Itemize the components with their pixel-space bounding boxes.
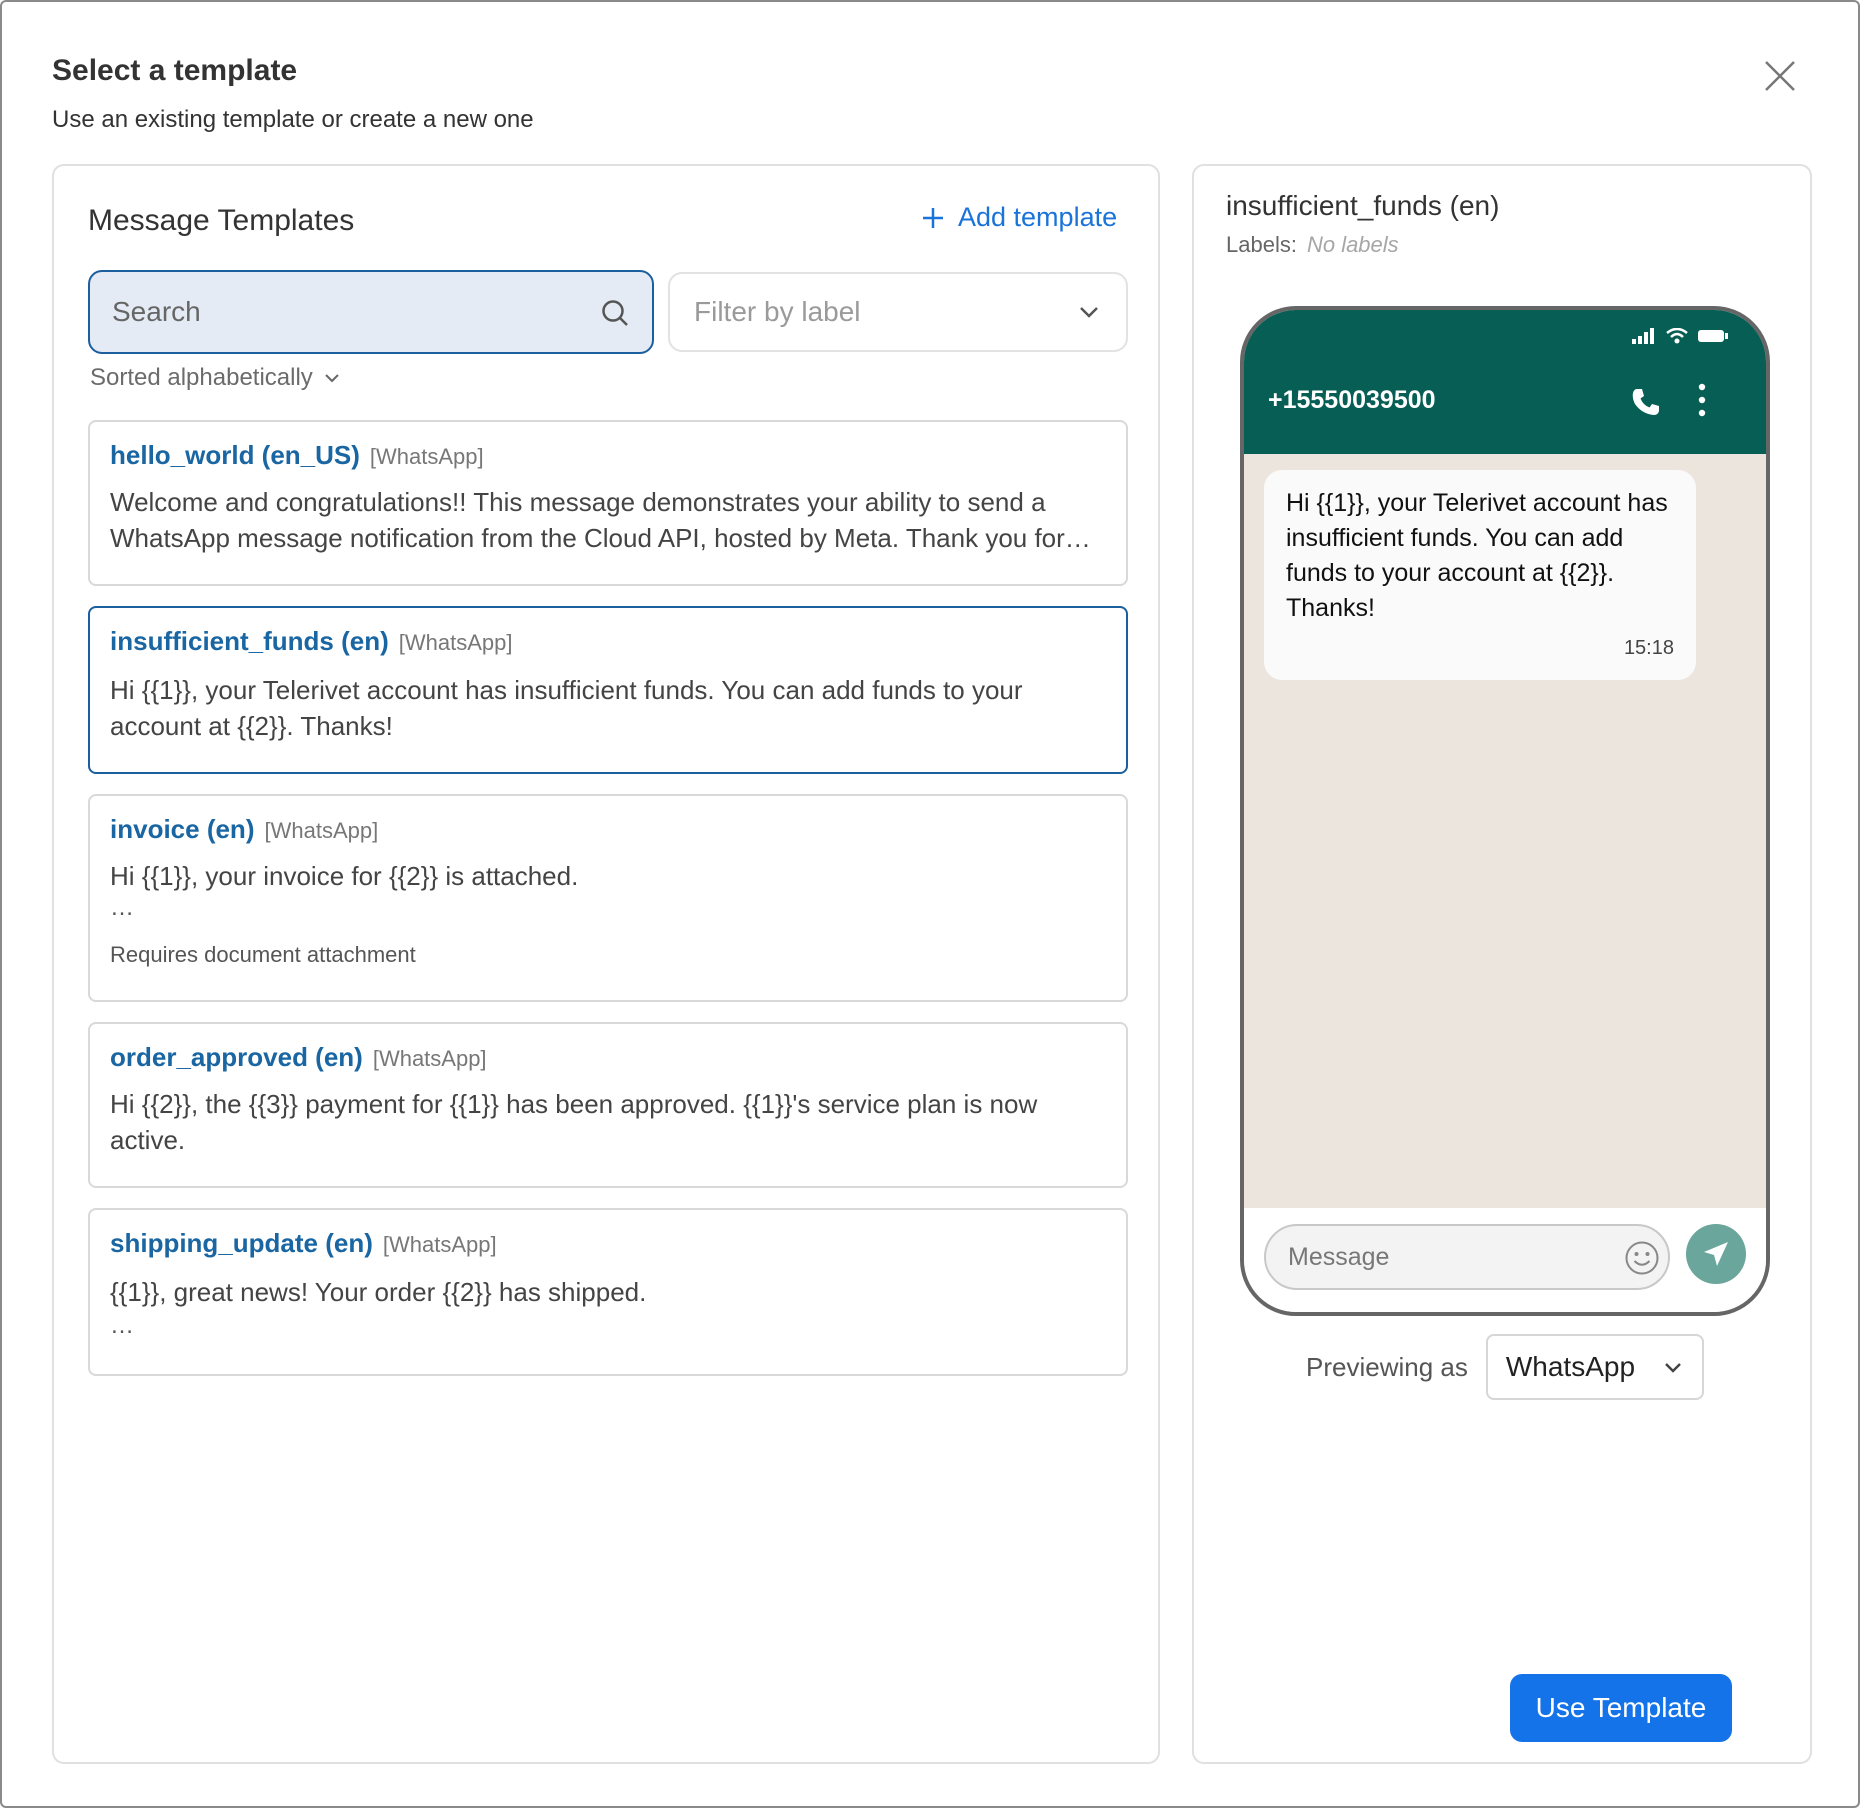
- send-button[interactable]: [1686, 1224, 1746, 1284]
- more-vertical-icon[interactable]: [1696, 382, 1708, 418]
- template-name: shipping_update (en): [110, 1228, 373, 1258]
- battery-icon: [1698, 330, 1728, 342]
- sort-dropdown[interactable]: Sorted alphabetically: [90, 364, 341, 392]
- add-template-label: Add template: [958, 202, 1118, 232]
- template-body: Hi {{1}}, your Telerivet account has ins…: [110, 675, 1023, 741]
- status-bar: [1632, 328, 1728, 344]
- preview-channel-select[interactable]: WhatsApp: [1485, 1334, 1704, 1400]
- template-body: Hi {{1}}, your invoice for {{2}} is atta…: [110, 861, 579, 891]
- chevron-down-icon: [325, 374, 339, 383]
- template-card-hello-world[interactable]: hello_world (en_US) [WhatsApp] Welcome an…: [88, 420, 1128, 586]
- template-card-shipping-update[interactable]: shipping_update (en) [WhatsApp] {{1}}, gr…: [88, 1208, 1128, 1376]
- chevron-down-icon: [1080, 307, 1098, 318]
- templates-panel: Message Templates Add template Filter by…: [52, 164, 1160, 1764]
- wifi-icon: [1666, 328, 1688, 344]
- template-body: Hi {{2}}, the {{3}} payment for {{1}} ha…: [110, 1089, 1038, 1155]
- plus-icon: [923, 207, 943, 228]
- sort-label: Sorted alphabetically: [90, 364, 313, 391]
- template-card-insufficient-funds[interactable]: insufficient_funds (en) [WhatsApp] Hi {{1…: [88, 606, 1128, 774]
- preview-title: insufficient_funds (en): [1226, 190, 1500, 221]
- label-filter-select[interactable]: Filter by label: [668, 272, 1128, 352]
- templates-panel-title: Message Templates: [88, 204, 355, 237]
- emoji-icon[interactable]: [1624, 1240, 1660, 1276]
- phone-call-icon[interactable]: [1630, 386, 1662, 418]
- template-card-order-approved[interactable]: order_approved (en) [WhatsApp] Hi {{2}}, …: [88, 1022, 1128, 1188]
- template-channel: [WhatsApp]: [398, 630, 513, 655]
- labels-caption: Labels:: [1226, 232, 1297, 257]
- template-dialog: Select a template Use an existing templa…: [0, 0, 1860, 1808]
- template-name: order_approved (en): [110, 1042, 363, 1072]
- dialog-title: Select a template: [52, 54, 298, 87]
- template-card-invoice[interactable]: invoice (en) [WhatsApp] Hi {{1}}, your in…: [88, 794, 1128, 1002]
- message-input[interactable]: [1288, 1226, 1608, 1288]
- template-body-ellipsis: …: [110, 1312, 134, 1339]
- labels-value: No labels: [1306, 232, 1399, 257]
- template-name: invoice (en): [110, 814, 255, 844]
- template-menu-icon[interactable]: [1078, 626, 1108, 656]
- template-channel: [WhatsApp]: [372, 1046, 487, 1071]
- close-icon: [1765, 61, 1795, 91]
- preview-labels: Labels: No labels: [1226, 232, 1399, 258]
- template-menu-icon[interactable]: [1078, 440, 1108, 470]
- message-text: Hi {{1}}, your Telerivet account has ins…: [1286, 489, 1668, 622]
- compose-bar: [1244, 1208, 1766, 1312]
- template-channel: [WhatsApp]: [369, 444, 484, 469]
- template-menu-icon[interactable]: [1078, 1228, 1108, 1258]
- message-input-wrapper: [1264, 1224, 1670, 1290]
- search-input[interactable]: [112, 272, 582, 352]
- contact-phone-number: +15550039500: [1268, 386, 1436, 414]
- search-field: [88, 270, 654, 354]
- message-time: 15:18: [1623, 637, 1674, 659]
- template-menu-icon[interactable]: [1078, 814, 1108, 844]
- template-channel: [WhatsApp]: [382, 1232, 497, 1257]
- search-icon[interactable]: [600, 298, 630, 328]
- chat-header: +15550039500: [1244, 310, 1766, 454]
- template-body: {{1}}, great news! Your order {{2}} has …: [110, 1277, 647, 1307]
- template-name: hello_world (en_US): [110, 440, 360, 470]
- message-bubble: Hi {{1}}, your Telerivet account has ins…: [1264, 470, 1696, 680]
- preview-panel: insufficient_funds (en) Labels: No labels: [1192, 164, 1812, 1764]
- add-template-button[interactable]: Add template: [920, 202, 1117, 233]
- template-menu-icon[interactable]: [1078, 1042, 1108, 1072]
- phone-mockup: +15550039500 Hi {{1}}, your Telerivet ac…: [1240, 306, 1770, 1316]
- template-channel: [WhatsApp]: [264, 818, 379, 843]
- signal-icon: [1632, 328, 1654, 344]
- template-attachment-note: Requires document attachment: [110, 942, 416, 967]
- preview-channel-row: Previewing as WhatsApp: [1306, 1334, 1704, 1400]
- dialog-subtitle: Use an existing template or create a new…: [52, 106, 534, 133]
- close-button[interactable]: [1760, 56, 1800, 96]
- chevron-down-icon: [1664, 1363, 1681, 1373]
- template-body-ellipsis: …: [110, 894, 134, 921]
- preview-channel-value: WhatsApp: [1505, 1351, 1636, 1382]
- use-template-button[interactable]: Use Template: [1510, 1674, 1732, 1742]
- send-icon: [1704, 1242, 1728, 1266]
- previewing-as-label: Previewing as: [1306, 1351, 1468, 1382]
- template-body: Welcome and congratulations!! This messa…: [110, 487, 1091, 553]
- label-filter-placeholder: Filter by label: [694, 296, 861, 327]
- template-name: insufficient_funds (en): [110, 626, 389, 656]
